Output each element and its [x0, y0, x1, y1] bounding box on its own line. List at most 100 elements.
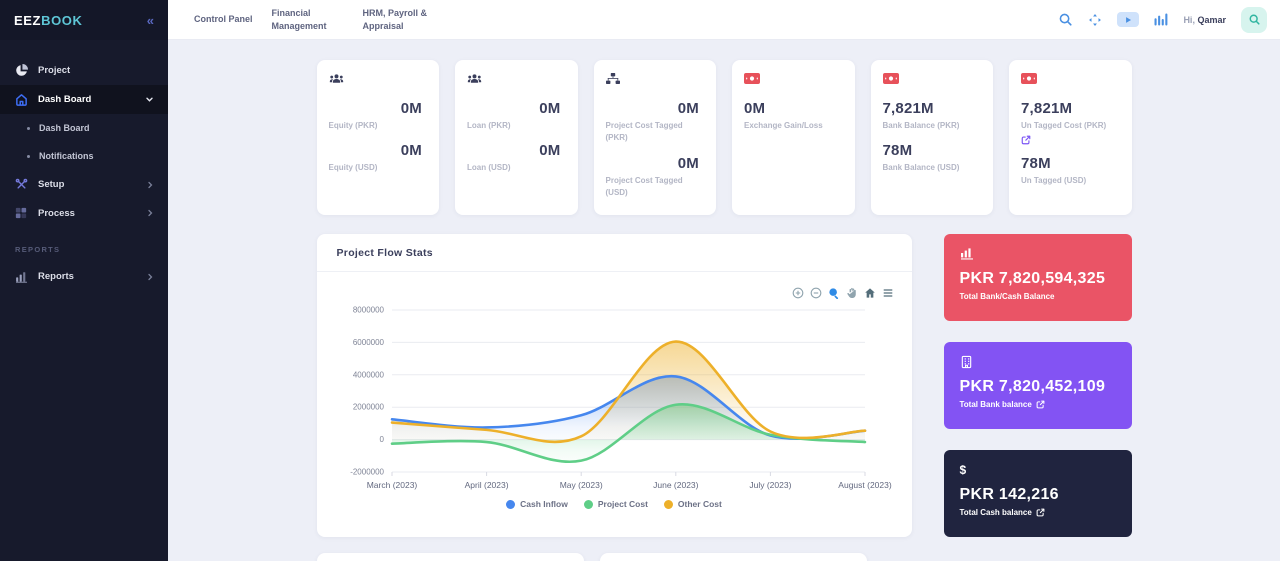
chevron-down-icon: [145, 95, 154, 104]
stat-block: 0M Loan (PKR): [467, 100, 566, 132]
stat-label: Equity (PKR): [329, 120, 428, 132]
stat-block: 0M Equity (USD): [329, 142, 428, 174]
external-link-icon[interactable]: [1021, 135, 1120, 145]
legend-dot-icon: [506, 500, 515, 509]
stat-cards-row: 0M Equity (PKR) 0M Equity (USD): [317, 60, 1132, 215]
svg-text:March (2023): March (2023): [366, 480, 417, 490]
chart-header: Project Flow Stats: [317, 234, 912, 272]
greeting-prefix: Hi,: [1183, 15, 1195, 25]
pan-icon[interactable]: [846, 287, 858, 299]
bullet-dot-icon: [27, 127, 30, 130]
summary-card-total-bank-balance: PKR 7,820,452,109 Total Bank balance: [944, 342, 1132, 429]
stat-block: 0M Equity (PKR): [329, 100, 428, 132]
stat-value: 0M: [467, 142, 566, 159]
stat-value: 7,821M: [1021, 100, 1120, 117]
sidebar-collapse-button[interactable]: «: [147, 13, 154, 28]
tab-hrm-payroll-appraisal[interactable]: HRM, Payroll & Appraisal: [363, 7, 435, 31]
stat-label: Project Cost Tagged (USD): [606, 175, 705, 200]
legend-label: Other Cost: [678, 499, 722, 509]
legend-dot-icon: [664, 500, 673, 509]
tab-financial-management[interactable]: Financial Management: [272, 7, 344, 31]
svg-text:8000000: 8000000: [352, 306, 384, 315]
svg-text:0: 0: [379, 435, 384, 444]
stat-card-equity: 0M Equity (PKR) 0M Equity (USD): [317, 60, 440, 215]
chevron-right-icon: [146, 209, 154, 217]
process-icon: [14, 207, 28, 219]
external-link-icon[interactable]: [1036, 508, 1045, 517]
users-icon: [467, 73, 566, 87]
chart-title: Project Flow Stats: [337, 247, 433, 259]
summary-column: PKR 7,820,594,325 Total Bank/Cash Balanc…: [944, 234, 1132, 537]
stat-label: Bank Balance (USD): [883, 162, 982, 174]
topbar-actions: Hi, Qamar: [1058, 7, 1280, 33]
play-icon: [1124, 16, 1132, 24]
stat-card-untagged-cost: 7,821M Un Tagged Cost (PKR) 78M Un Tagge…: [1009, 60, 1132, 215]
sidebar-nav: Project Dash Board Dash Board Notificati…: [0, 40, 168, 291]
menu-icon[interactable]: [882, 287, 894, 299]
search-button[interactable]: [1241, 7, 1267, 33]
stat-label: Bank Balance (PKR): [883, 120, 982, 132]
sidebar-subitem-notifications[interactable]: Notifications: [0, 142, 168, 170]
search-icon[interactable]: [1058, 12, 1073, 27]
legend-label: Project Cost: [598, 499, 648, 509]
svg-text:4000000: 4000000: [352, 370, 384, 379]
stat-value: 0M: [467, 100, 566, 117]
stats-icon[interactable]: [1154, 13, 1168, 26]
stat-value: 0M: [744, 100, 843, 117]
svg-text:June (2023): June (2023): [653, 480, 699, 490]
zoom-out-icon[interactable]: [810, 287, 822, 299]
chevron-right-icon: [146, 273, 154, 281]
sidebar-item-label: Reports: [38, 271, 74, 282]
sidebar-subitem-label: Notifications: [39, 151, 94, 161]
svg-text:6000000: 6000000: [352, 338, 384, 347]
topbar: Control Panel Financial Management HRM, …: [168, 0, 1280, 40]
user-greeting[interactable]: Hi, Qamar: [1183, 15, 1226, 25]
stat-card-exchange-gain-loss: 0M Exchange Gain/Loss: [732, 60, 855, 215]
summary-value: PKR 142,216: [960, 486, 1116, 504]
summary-value: PKR 7,820,452,109: [960, 378, 1116, 396]
stat-label: Loan (USD): [467, 162, 566, 174]
play-button[interactable]: [1117, 12, 1139, 27]
app-logo[interactable]: EEZBOOK: [14, 13, 83, 28]
sidebar-item-reports[interactable]: Reports: [0, 262, 168, 291]
banknote-icon: [1021, 73, 1120, 87]
stat-label: Un Tagged (USD): [1021, 175, 1120, 187]
sidebar-logo-row: EEZBOOK «: [0, 0, 168, 40]
sidebar-item-dashboard[interactable]: Dash Board: [0, 85, 168, 114]
zoom-in-icon[interactable]: [792, 287, 804, 299]
search-icon: [1248, 13, 1261, 26]
stat-label: Project Cost Tagged (PKR): [606, 120, 705, 145]
summary-value: PKR 7,820,594,325: [960, 270, 1116, 288]
legend-project-cost[interactable]: Project Cost: [584, 499, 648, 509]
selection-zoom-icon[interactable]: [828, 287, 840, 299]
svg-text:July (2023): July (2023): [749, 480, 791, 490]
summary-label-text: Total Bank/Cash Balance: [960, 292, 1055, 301]
svg-text:2000000: 2000000: [352, 403, 384, 412]
legend-cash-inflow[interactable]: Cash Inflow: [506, 499, 568, 509]
sidebar-subitem-label: Dash Board: [39, 123, 90, 133]
sidebar-item-label: Setup: [38, 179, 64, 190]
stat-block: 78M Bank Balance (USD): [883, 142, 982, 174]
sidebar-item-process[interactable]: Process: [0, 199, 168, 227]
apps-icon[interactable]: [1088, 13, 1102, 27]
chevron-right-icon: [146, 181, 154, 189]
sidebar-item-setup[interactable]: Setup: [0, 170, 168, 199]
sidebar-section-reports: REPORTS: [0, 227, 168, 262]
stat-value: 0M: [329, 142, 428, 159]
legend-other-cost[interactable]: Other Cost: [664, 499, 722, 509]
stat-card-project-cost-tagged: 0M Project Cost Tagged (PKR) 0M Project …: [594, 60, 717, 215]
chart-toolbar: [792, 287, 894, 299]
dollar-icon: $: [960, 462, 1116, 477]
sidebar-item-project[interactable]: Project: [0, 56, 168, 85]
chart-body: 8000000 6000000 4000000 2000000 0 -2000000 Mar…: [317, 272, 912, 509]
home-reset-icon[interactable]: [864, 287, 876, 299]
stat-value: 0M: [329, 100, 428, 117]
sidebar-subitem-dashboard[interactable]: Dash Board: [0, 114, 168, 142]
sidebar-item-label: Project: [38, 65, 70, 76]
external-link-icon[interactable]: [1036, 400, 1045, 409]
summary-label-text: Total Bank balance: [960, 400, 1032, 409]
bottom-row: [317, 553, 1132, 561]
tab-control-panel[interactable]: Control Panel: [194, 13, 253, 25]
partial-card: [317, 553, 584, 561]
svg-text:-2000000: -2000000: [350, 468, 384, 477]
